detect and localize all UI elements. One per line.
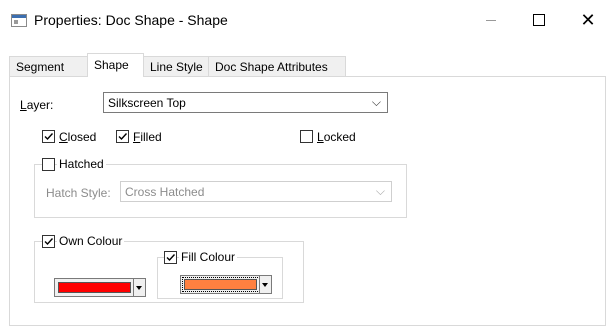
window-icon — [11, 14, 27, 27]
fill-colour-swatch — [184, 279, 257, 290]
own-colour-checkbox[interactable] — [42, 235, 55, 248]
layer-value: Silkscreen Top — [108, 96, 186, 110]
tab-shape[interactable]: Shape — [87, 53, 144, 77]
fill-colour-label: Fill Colour — [179, 250, 238, 264]
checkmark-icon — [44, 238, 54, 246]
fill-colour-checkbox[interactable] — [164, 251, 177, 264]
own-colour-label: Own Colour — [57, 234, 125, 248]
locked-label: Locked — [317, 130, 356, 144]
tab-segment[interactable]: Segment — [9, 56, 88, 76]
closed-checkbox[interactable] — [42, 130, 55, 143]
title-bar: Properties: Doc Shape - Shape ✕ — [0, 0, 611, 40]
layer-label-rest: ayer: — [26, 98, 54, 112]
chevron-down-icon: ⌵ — [371, 95, 381, 109]
own-colour-swatch — [58, 282, 131, 293]
chevron-down-icon: ⌵ — [375, 184, 385, 198]
tab-line-style[interactable]: Line Style — [143, 56, 209, 76]
fill-colour-picker[interactable] — [180, 275, 272, 294]
hatch-style-label: Hatch Style: — [46, 186, 111, 200]
minimize-icon — [486, 19, 496, 21]
tab-doc-shape-attributes[interactable]: Doc Shape Attributes — [208, 56, 346, 76]
dropdown-arrow-icon — [259, 276, 271, 293]
layer-label-mnemonic: L — [20, 98, 27, 112]
filled-checkbox[interactable] — [116, 130, 129, 143]
closed-label: Closed — [59, 130, 97, 144]
maximize-button[interactable] — [516, 0, 562, 40]
layer-label: Layer: — [20, 98, 53, 112]
checkmark-icon — [166, 254, 176, 262]
hatch-style-value: Cross Hatched — [125, 185, 205, 199]
locked-checkbox[interactable] — [300, 130, 313, 143]
close-icon: ✕ — [580, 9, 596, 31]
own-colour-picker[interactable] — [54, 278, 146, 297]
window-title: Properties: Doc Shape - Shape — [34, 12, 228, 28]
filled-label: Filled — [133, 130, 162, 144]
layer-dropdown[interactable]: Silkscreen Top ⌵ — [103, 92, 388, 113]
hatched-checkbox[interactable] — [42, 158, 55, 171]
checkmark-icon — [118, 133, 128, 141]
close-button[interactable]: ✕ — [565, 0, 611, 40]
hatch-style-dropdown[interactable]: Cross Hatched ⌵ — [120, 181, 392, 202]
maximize-icon — [533, 14, 545, 26]
dropdown-arrow-icon — [133, 279, 145, 296]
checkmark-icon — [44, 133, 54, 141]
minimize-button[interactable] — [468, 0, 514, 40]
hatched-label: Hatched — [57, 157, 106, 171]
